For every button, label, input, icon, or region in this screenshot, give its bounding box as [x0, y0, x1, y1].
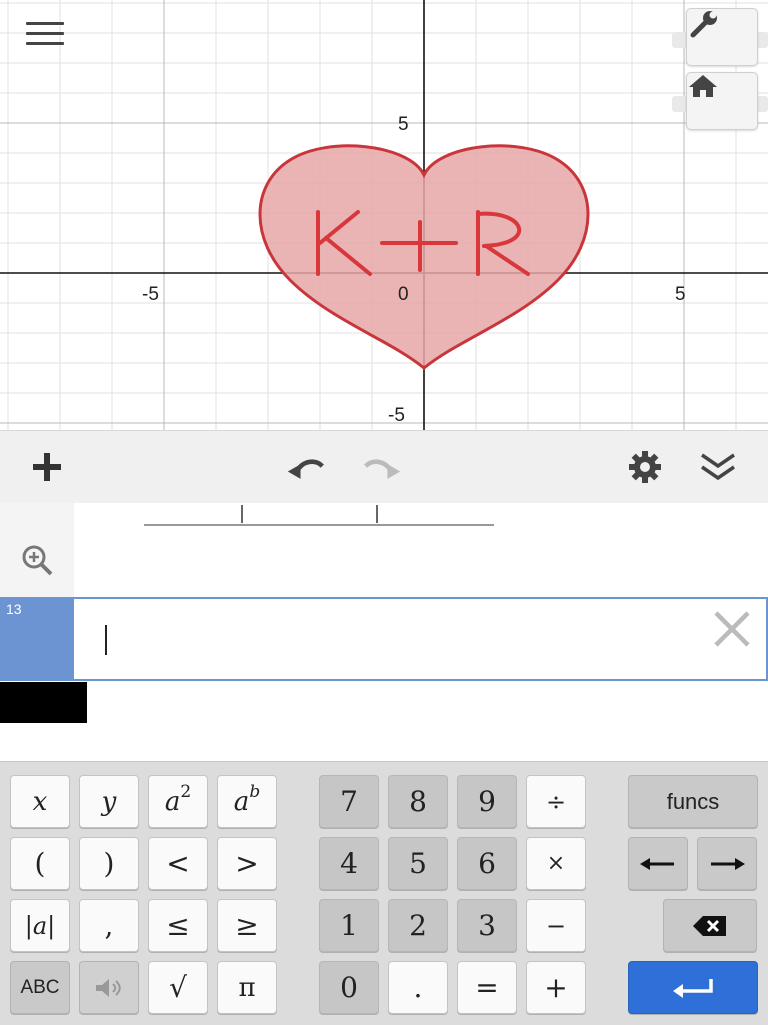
row-number: 13: [6, 601, 22, 617]
expression-row-13[interactable]: 13: [0, 597, 768, 681]
key-2[interactable]: 2: [388, 899, 448, 952]
arrow-left-icon: [640, 857, 674, 870]
add-expression-button[interactable]: [27, 447, 67, 487]
key-0[interactable]: 0: [319, 961, 379, 1014]
undo-button[interactable]: [286, 447, 326, 487]
key-6[interactable]: 6: [457, 837, 517, 890]
key-4[interactable]: 4: [319, 837, 379, 890]
gear-icon: [629, 451, 661, 483]
redacted-block: [0, 682, 87, 723]
key-greater-equal[interactable]: ≥: [217, 899, 277, 952]
key-equals[interactable]: =: [457, 961, 517, 1014]
key-funcs[interactable]: funcs: [628, 775, 758, 828]
heart-shape: [258, 144, 590, 370]
graph-canvas[interactable]: -5 0 5 5 -5: [0, 0, 768, 430]
expression-toolbar: [0, 430, 768, 504]
key-right-arrow[interactable]: [697, 837, 757, 890]
partial-expression-render: [144, 505, 494, 526]
key-less-than[interactable]: <: [148, 837, 208, 890]
expression-input[interactable]: [74, 597, 768, 681]
zoom-row-gutter: [0, 503, 74, 597]
settings-button[interactable]: [625, 447, 665, 487]
home-icon: [689, 75, 717, 97]
key-9[interactable]: 9: [457, 775, 517, 828]
enter-icon: [673, 978, 713, 998]
home-button[interactable]: [686, 72, 758, 130]
x-tick-0: 0: [398, 284, 409, 305]
key-absolute-value[interactable]: |a|: [10, 899, 70, 952]
expression-row-gutter[interactable]: 13: [0, 597, 74, 681]
close-icon[interactable]: [712, 609, 752, 649]
key-decimal[interactable]: .: [388, 961, 448, 1014]
key-right-paren[interactable]: ): [79, 837, 139, 890]
undo-icon: [287, 459, 324, 479]
hamburger-icon: [26, 22, 64, 25]
graph-svg: -5 0 5 5 -5: [0, 0, 768, 430]
key-audio[interactable]: [79, 961, 139, 1014]
speaker-icon: [96, 978, 121, 997]
key-greater-than[interactable]: >: [217, 837, 277, 890]
key-sqrt[interactable]: √: [148, 961, 208, 1014]
key-left-paren[interactable]: (: [10, 837, 70, 890]
expression-list: 13: [0, 503, 768, 761]
x-tick-neg5: -5: [142, 284, 159, 305]
x-tick-5: 5: [675, 284, 686, 305]
key-divide[interactable]: ÷: [526, 775, 586, 828]
expression-row-partial[interactable]: [74, 503, 768, 597]
key-less-equal[interactable]: ≤: [148, 899, 208, 952]
menu-button[interactable]: [26, 22, 64, 50]
key-y[interactable]: y: [79, 775, 139, 828]
key-comma[interactable]: ,: [79, 899, 139, 952]
key-7[interactable]: 7: [319, 775, 379, 828]
key-pi[interactable]: π: [217, 961, 277, 1014]
key-a-squared[interactable]: a2: [148, 775, 208, 828]
key-5[interactable]: 5: [388, 837, 448, 890]
backspace-icon: [693, 915, 726, 936]
redo-button[interactable]: [362, 447, 402, 487]
text-caret: [105, 625, 107, 655]
double-chevron-down-icon: [701, 453, 735, 481]
redo-icon: [364, 459, 401, 479]
key-3[interactable]: 3: [457, 899, 517, 952]
wrench-icon: [690, 11, 717, 38]
key-8[interactable]: 8: [388, 775, 448, 828]
plus-icon: [33, 453, 61, 481]
key-abc[interactable]: ABC: [10, 961, 70, 1014]
arrow-right-icon: [711, 857, 745, 870]
key-multiply[interactable]: ×: [526, 837, 586, 890]
y-tick-neg5: -5: [388, 405, 405, 426]
key-enter[interactable]: [628, 961, 758, 1014]
y-tick-5: 5: [398, 114, 409, 135]
key-a-power-b[interactable]: ab: [217, 775, 277, 828]
key-backspace[interactable]: [663, 899, 757, 952]
key-minus[interactable]: −: [526, 899, 586, 952]
graph-settings-button[interactable]: [686, 8, 758, 66]
key-x[interactable]: x: [10, 775, 70, 828]
collapse-button[interactable]: [698, 447, 738, 487]
math-keypad: x y a2 ab 7 8 9 ÷ funcs ( ) < > 4 5 6 × …: [0, 761, 768, 1025]
key-1[interactable]: 1: [319, 899, 379, 952]
key-plus[interactable]: +: [526, 961, 586, 1014]
zoom-in-icon[interactable]: [20, 543, 54, 577]
key-left-arrow[interactable]: [628, 837, 688, 890]
